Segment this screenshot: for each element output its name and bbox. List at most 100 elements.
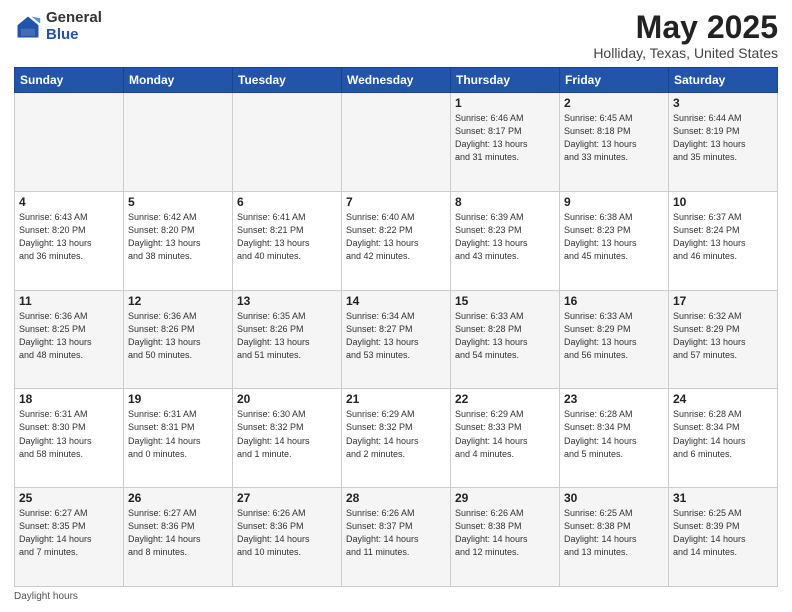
calendar-header-row: Sunday Monday Tuesday Wednesday Thursday… (15, 68, 778, 93)
calendar-cell: 26 Sunrise: 6:27 AM Sunset: 8:36 PM Dayli… (124, 488, 233, 587)
day-number: 5 (128, 195, 228, 209)
calendar-cell: 5 Sunrise: 6:42 AM Sunset: 8:20 PM Daylig… (124, 191, 233, 290)
calendar-cell (15, 93, 124, 192)
day-number: 23 (564, 392, 664, 406)
day-number: 16 (564, 294, 664, 308)
page: General Blue May 2025 Holliday, Texas, U… (0, 0, 792, 612)
calendar-cell: 10 Sunrise: 6:37 AM Sunset: 8:24 PM Dayli… (669, 191, 778, 290)
calendar-week-4: 18 Sunrise: 6:31 AM Sunset: 8:30 PM Dayli… (15, 389, 778, 488)
day-info: Sunrise: 6:39 AM Sunset: 8:23 PM Dayligh… (455, 211, 555, 263)
day-number: 14 (346, 294, 446, 308)
calendar-week-1: 1 Sunrise: 6:46 AM Sunset: 8:17 PM Daylig… (15, 93, 778, 192)
day-info: Sunrise: 6:37 AM Sunset: 8:24 PM Dayligh… (673, 211, 773, 263)
day-number: 24 (673, 392, 773, 406)
day-info: Sunrise: 6:46 AM Sunset: 8:17 PM Dayligh… (455, 112, 555, 164)
logo-blue-text: Blue (46, 27, 102, 44)
day-number: 27 (237, 491, 337, 505)
day-number: 10 (673, 195, 773, 209)
calendar-cell: 28 Sunrise: 6:26 AM Sunset: 8:37 PM Dayli… (342, 488, 451, 587)
calendar-cell (124, 93, 233, 192)
day-info: Sunrise: 6:25 AM Sunset: 8:39 PM Dayligh… (673, 507, 773, 559)
day-info: Sunrise: 6:25 AM Sunset: 8:38 PM Dayligh… (564, 507, 664, 559)
calendar-cell: 13Sunrise: 6:35 AM Sunset: 8:26 PM Dayli… (233, 290, 342, 389)
day-number: 25 (19, 491, 119, 505)
calendar-week-5: 25 Sunrise: 6:27 AM Sunset: 8:35 PM Dayli… (15, 488, 778, 587)
day-number: 2 (564, 96, 664, 110)
calendar-cell: 22 Sunrise: 6:29 AM Sunset: 8:33 PM Dayli… (451, 389, 560, 488)
day-info: Sunrise: 6:30 AM Sunset: 8:32 PM Dayligh… (237, 408, 337, 460)
day-number: 12 (128, 294, 228, 308)
day-info: Sunrise: 6:28 AM Sunset: 8:34 PM Dayligh… (673, 408, 773, 460)
day-number: 1 (455, 96, 555, 110)
day-info: Sunrise: 6:41 AM Sunset: 8:21 PM Dayligh… (237, 211, 337, 263)
day-info: Sunrise: 6:43 AM Sunset: 8:20 PM Dayligh… (19, 211, 119, 263)
calendar-cell: 17Sunrise: 6:32 AM Sunset: 8:29 PM Dayli… (669, 290, 778, 389)
day-info: Sunrise: 6:29 AM Sunset: 8:33 PM Dayligh… (455, 408, 555, 460)
calendar-cell: 12Sunrise: 6:36 AM Sunset: 8:26 PM Dayli… (124, 290, 233, 389)
day-info: Sunrise: 6:42 AM Sunset: 8:20 PM Dayligh… (128, 211, 228, 263)
calendar-cell: 25 Sunrise: 6:27 AM Sunset: 8:35 PM Dayli… (15, 488, 124, 587)
col-saturday: Saturday (669, 68, 778, 93)
day-info: Sunrise: 6:29 AM Sunset: 8:32 PM Dayligh… (346, 408, 446, 460)
col-monday: Monday (124, 68, 233, 93)
day-info: Sunrise: 6:38 AM Sunset: 8:23 PM Dayligh… (564, 211, 664, 263)
day-info: Sunrise: 6:26 AM Sunset: 8:38 PM Dayligh… (455, 507, 555, 559)
calendar-cell: 16Sunrise: 6:33 AM Sunset: 8:29 PM Dayli… (560, 290, 669, 389)
location: Holliday, Texas, United States (593, 45, 778, 61)
day-info: Sunrise: 6:26 AM Sunset: 8:37 PM Dayligh… (346, 507, 446, 559)
calendar-cell: 1 Sunrise: 6:46 AM Sunset: 8:17 PM Daylig… (451, 93, 560, 192)
calendar-cell: 24 Sunrise: 6:28 AM Sunset: 8:34 PM Dayli… (669, 389, 778, 488)
day-info: Sunrise: 6:31 AM Sunset: 8:31 PM Dayligh… (128, 408, 228, 460)
col-friday: Friday (560, 68, 669, 93)
day-info: Sunrise: 6:44 AM Sunset: 8:19 PM Dayligh… (673, 112, 773, 164)
calendar-cell: 23 Sunrise: 6:28 AM Sunset: 8:34 PM Dayli… (560, 389, 669, 488)
calendar-cell: 18 Sunrise: 6:31 AM Sunset: 8:30 PM Dayli… (15, 389, 124, 488)
day-number: 18 (19, 392, 119, 406)
calendar-cell: 14 Sunrise: 6:34 AM Sunset: 8:27 PM Dayli… (342, 290, 451, 389)
col-thursday: Thursday (451, 68, 560, 93)
day-number: 4 (19, 195, 119, 209)
calendar-cell (342, 93, 451, 192)
day-number: 22 (455, 392, 555, 406)
calendar-cell: 11Sunrise: 6:36 AM Sunset: 8:25 PM Dayli… (15, 290, 124, 389)
calendar-cell: 6 Sunrise: 6:41 AM Sunset: 8:21 PM Daylig… (233, 191, 342, 290)
day-info: Sunrise: 6:34 AM Sunset: 8:27 PM Dayligh… (346, 310, 446, 362)
day-number: 26 (128, 491, 228, 505)
day-info: Sunrise: 6:33 AM Sunset: 8:28 PM Dayligh… (455, 310, 555, 362)
calendar-cell: 15Sunrise: 6:33 AM Sunset: 8:28 PM Dayli… (451, 290, 560, 389)
day-number: 8 (455, 195, 555, 209)
day-info: Sunrise: 6:40 AM Sunset: 8:22 PM Dayligh… (346, 211, 446, 263)
day-number: 13 (237, 294, 337, 308)
title-block: May 2025 Holliday, Texas, United States (593, 10, 778, 61)
calendar-cell: 2 Sunrise: 6:45 AM Sunset: 8:18 PM Daylig… (560, 93, 669, 192)
day-info: Sunrise: 6:27 AM Sunset: 8:36 PM Dayligh… (128, 507, 228, 559)
day-number: 20 (237, 392, 337, 406)
calendar-week-3: 11Sunrise: 6:36 AM Sunset: 8:25 PM Dayli… (15, 290, 778, 389)
day-number: 3 (673, 96, 773, 110)
calendar-cell: 31Sunrise: 6:25 AM Sunset: 8:39 PM Dayli… (669, 488, 778, 587)
day-number: 28 (346, 491, 446, 505)
calendar-week-2: 4 Sunrise: 6:43 AM Sunset: 8:20 PM Daylig… (15, 191, 778, 290)
month-title: May 2025 (593, 10, 778, 45)
day-number: 7 (346, 195, 446, 209)
day-info: Sunrise: 6:45 AM Sunset: 8:18 PM Dayligh… (564, 112, 664, 164)
calendar-cell: 20 Sunrise: 6:30 AM Sunset: 8:32 PM Dayli… (233, 389, 342, 488)
header: General Blue May 2025 Holliday, Texas, U… (14, 10, 778, 61)
day-number: 6 (237, 195, 337, 209)
day-number: 21 (346, 392, 446, 406)
calendar-cell: 7 Sunrise: 6:40 AM Sunset: 8:22 PM Daylig… (342, 191, 451, 290)
logo-text: General Blue (46, 10, 102, 43)
calendar-cell: 19Sunrise: 6:31 AM Sunset: 8:31 PM Dayli… (124, 389, 233, 488)
calendar-cell: 4 Sunrise: 6:43 AM Sunset: 8:20 PM Daylig… (15, 191, 124, 290)
day-info: Sunrise: 6:36 AM Sunset: 8:25 PM Dayligh… (19, 310, 119, 362)
calendar-table: Sunday Monday Tuesday Wednesday Thursday… (14, 67, 778, 587)
calendar-cell: 29Sunrise: 6:26 AM Sunset: 8:38 PM Dayli… (451, 488, 560, 587)
calendar-cell: 21 Sunrise: 6:29 AM Sunset: 8:32 PM Dayli… (342, 389, 451, 488)
day-number: 17 (673, 294, 773, 308)
day-info: Sunrise: 6:31 AM Sunset: 8:30 PM Dayligh… (19, 408, 119, 460)
day-info: Sunrise: 6:28 AM Sunset: 8:34 PM Dayligh… (564, 408, 664, 460)
col-tuesday: Tuesday (233, 68, 342, 93)
calendar-cell: 27Sunrise: 6:26 AM Sunset: 8:36 PM Dayli… (233, 488, 342, 587)
day-info: Sunrise: 6:27 AM Sunset: 8:35 PM Dayligh… (19, 507, 119, 559)
calendar-cell (233, 93, 342, 192)
